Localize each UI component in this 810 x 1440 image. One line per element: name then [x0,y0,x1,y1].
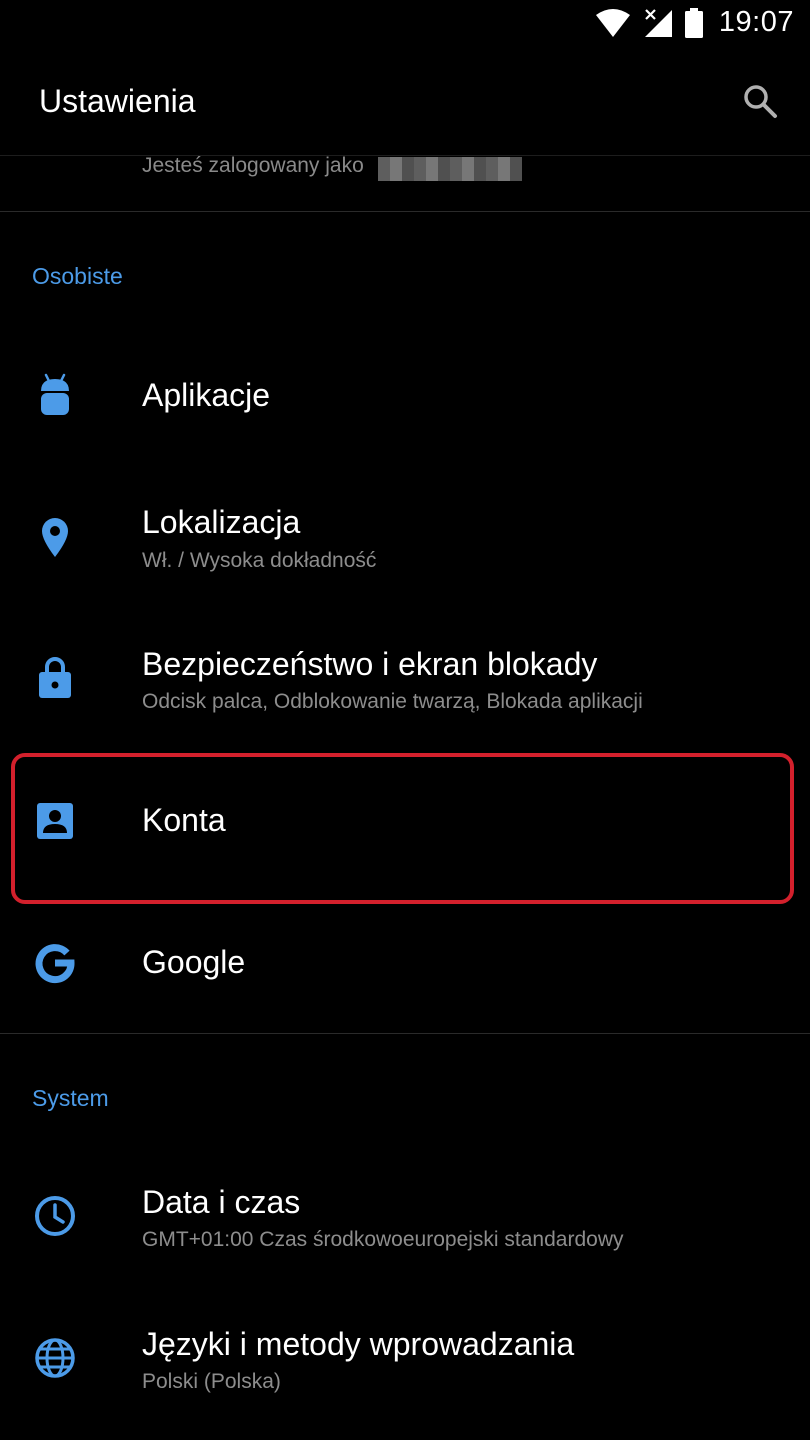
blurred-account-name [378,157,522,181]
settings-screen: 19:07 Ustawienia Jesteś zalogowany jako … [0,0,810,1440]
item-title: Lokalizacja [142,504,301,540]
settings-item-location[interactable]: Lokalizacja Wł. / Wysoka dokładność [0,470,810,600]
logged-in-label: Jesteś zalogowany jako [142,154,364,177]
status-clock: 19:07 [718,6,794,38]
settings-item-security[interactable]: Bezpieczeństwo i ekran blokady Odcisk pa… [0,612,810,742]
highlight-box [11,753,794,904]
status-bar: 19:07 [0,0,810,50]
search-button[interactable] [732,75,788,131]
lock-icon [30,652,80,702]
wifi-icon [595,8,631,38]
item-title: Aplikacje [142,377,271,413]
location-pin-icon [30,512,80,562]
battery-icon [684,7,703,38]
signal-icon [643,8,673,38]
item-subtitle: Odcisk palca, Odblokowanie twarzą, Bloka… [142,690,643,713]
page-title: Ustawienia [39,83,196,119]
app-bar: Ustawienia [0,50,810,156]
item-title: Języki i metody wprowadzania [142,1326,575,1362]
item-subtitle: Polski (Polska) [142,1370,281,1393]
item-title: Google [142,944,246,980]
section-divider [0,1033,810,1034]
section-header-personal: Osobiste [32,263,123,289]
settings-item-apps[interactable]: Aplikacje [0,330,810,460]
settings-item-google[interactable]: Google [0,905,810,1030]
item-title: Bezpieczeństwo i ekran blokady [142,646,598,682]
account-summary[interactable]: Jesteś zalogowany jako [0,154,810,212]
clock-icon [30,1191,80,1241]
globe-icon [30,1333,80,1383]
section-header-system: System [32,1085,109,1111]
google-icon [30,938,80,988]
android-icon [30,370,80,420]
settings-item-datetime[interactable]: Data i czas GMT+01:00 Czas środkowoeurop… [0,1150,810,1280]
search-icon [742,83,778,124]
status-icons: 19:07 [595,6,794,39]
item-subtitle: GMT+01:00 Czas środkowoeuropejski standa… [142,1228,624,1251]
settings-item-languages[interactable]: Języki i metody wprowadzania Polski (Pol… [0,1292,810,1422]
item-subtitle: Wł. / Wysoka dokładność [142,549,377,572]
item-title: Data i czas [142,1184,301,1220]
